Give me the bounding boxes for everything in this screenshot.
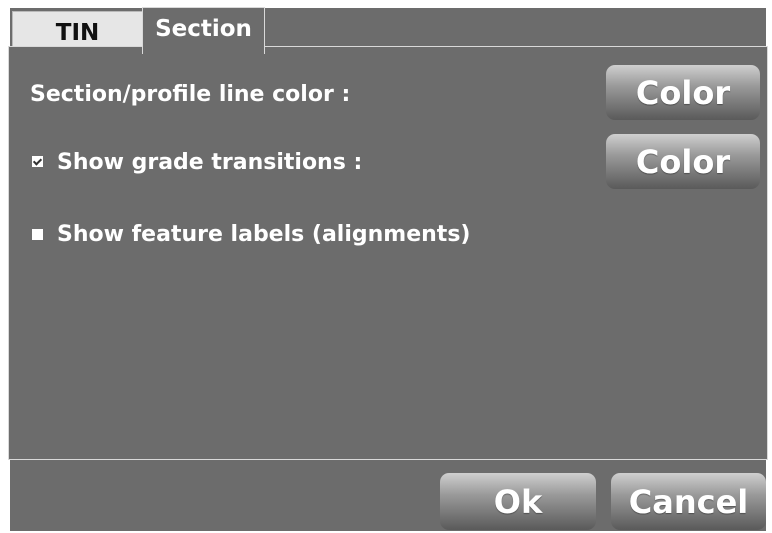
ok-button[interactable]: Ok <box>440 473 596 530</box>
line-color-button[interactable]: Color <box>606 65 760 120</box>
ok-button-label: Ok <box>493 482 543 521</box>
grade-transitions-color-button-label: Color <box>635 142 731 181</box>
grade-transitions-label: Show grade transitions : <box>57 150 363 175</box>
grade-transitions-checkbox[interactable] <box>32 156 43 167</box>
cancel-button[interactable]: Cancel <box>611 473 766 530</box>
cancel-button-label: Cancel <box>628 482 749 521</box>
tab-section-label: Section <box>155 16 252 42</box>
tab-tin-label: TIN <box>55 19 100 46</box>
tab-tin[interactable]: TIN <box>12 11 143 47</box>
line-color-button-label: Color <box>635 73 731 112</box>
feature-labels-checkbox[interactable] <box>32 229 43 240</box>
feature-labels-label: Show feature labels (alignments) <box>57 222 471 247</box>
grade-transitions-color-button[interactable]: Color <box>606 134 760 189</box>
tab-section[interactable]: Section <box>142 7 265 54</box>
line-color-label: Section/profile line color : <box>30 82 351 107</box>
